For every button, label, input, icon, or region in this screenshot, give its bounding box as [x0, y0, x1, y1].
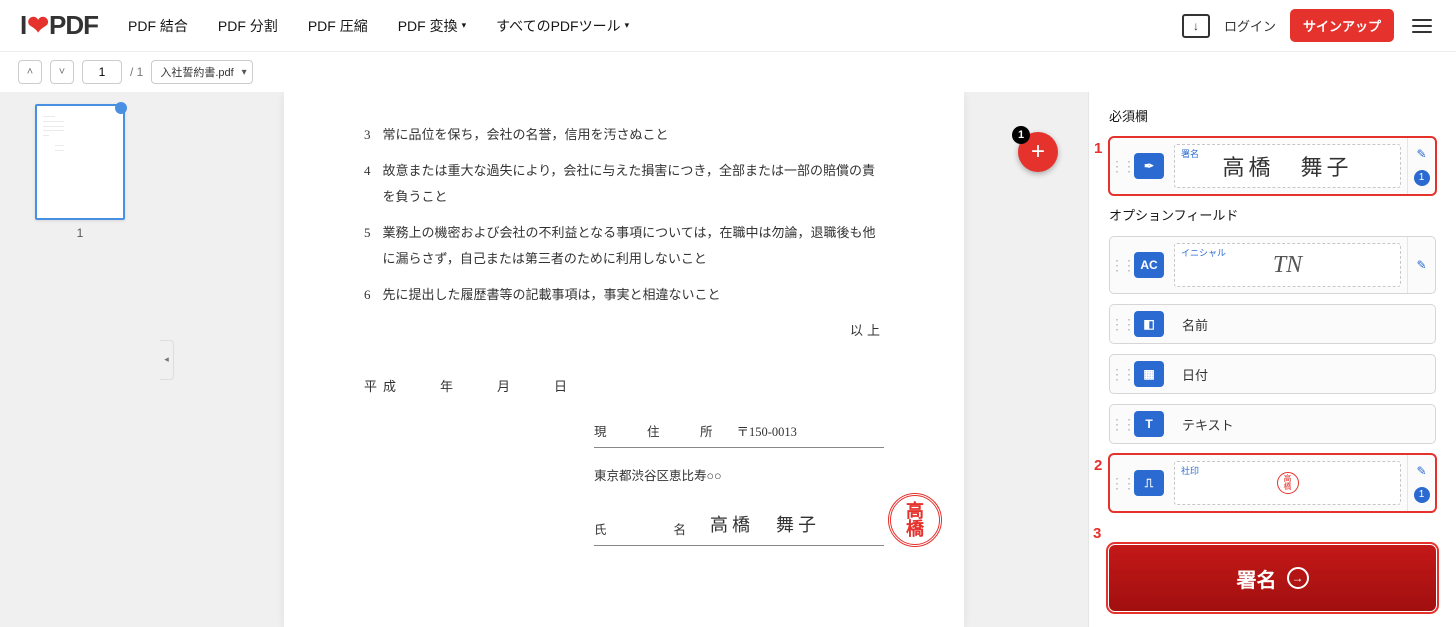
login-link[interactable]: ログイン	[1224, 16, 1276, 35]
chevron-down-icon: ▾	[625, 20, 630, 31]
chevron-down-icon: ▾	[462, 20, 467, 31]
required-heading: 必須欄	[1109, 106, 1436, 125]
nav-compress[interactable]: PDF 圧縮	[308, 16, 368, 36]
top-nav: I ❤ PDF PDF 結合 PDF 分割 PDF 圧縮 PDF 変換▾ すべて…	[0, 0, 1456, 52]
page-number-input[interactable]	[82, 60, 122, 84]
page-toolbar: ˄ ˅ / 1 入社誓約書.pdf	[0, 52, 1456, 92]
menu-icon[interactable]	[1408, 15, 1436, 37]
placed-stamp[interactable]: 高橋	[888, 493, 942, 547]
text-field-card[interactable]: ⋮⋮ T テキスト	[1109, 404, 1436, 444]
desktop-download-icon[interactable]	[1182, 14, 1210, 38]
document-viewport: ◂ 3常に品位を保ち，会社の名誉，信用を汚さぬこと 4故意または重大な過失により…	[160, 92, 1088, 627]
calendar-icon: ▦	[1134, 361, 1164, 387]
date-field-card[interactable]: ⋮⋮ ▦ 日付	[1109, 354, 1436, 394]
signature-field-card[interactable]: 1 ⋮⋮ ✒ 署名 高橋 舞子 ✎ 1	[1109, 137, 1436, 195]
sign-button[interactable]: 3 署名 →	[1109, 545, 1436, 611]
thumbnail-number: 1	[77, 226, 84, 240]
nav-merge[interactable]: PDF 結合	[128, 16, 188, 36]
heart-icon: ❤	[27, 10, 48, 41]
logo-text-pdf: PDF	[49, 10, 98, 41]
drag-handle-icon[interactable]: ⋮⋮	[1110, 405, 1134, 443]
logo-text-i: I	[20, 10, 26, 41]
initials-icon: AC	[1134, 252, 1164, 278]
signature-icon: ✒	[1134, 153, 1164, 179]
nav-all-tools[interactable]: すべてのPDFツール▾	[496, 16, 629, 36]
placed-signature[interactable]: 高橋 舞子	[710, 507, 820, 543]
initials-preview: TN	[1273, 252, 1302, 279]
page-down-button[interactable]: ˅	[50, 60, 74, 84]
drag-handle-icon[interactable]: ⋮⋮	[1110, 138, 1134, 194]
stamp-count-badge: 1	[1414, 487, 1430, 503]
nav-split[interactable]: PDF 分割	[218, 16, 278, 36]
text-icon: T	[1134, 411, 1164, 437]
edit-initials-button[interactable]: ✎	[1416, 258, 1426, 272]
name-field-card[interactable]: ⋮⋮ ◧ 名前	[1109, 304, 1436, 344]
signature-preview: 高橋 舞子	[1222, 150, 1352, 182]
add-signer-fab[interactable]: 1 +	[1018, 132, 1058, 172]
page-thumbnail[interactable]: ――――――――――――――――――――――――――― ――― ―――	[35, 104, 125, 220]
edit-stamp-button[interactable]: ✎	[1416, 464, 1426, 478]
stamp-preview: 高橋	[1277, 472, 1299, 494]
edit-signature-button[interactable]: ✎	[1416, 147, 1426, 161]
stamp-icon: ⎍	[1134, 470, 1164, 496]
drag-handle-icon[interactable]: ⋮⋮	[1110, 237, 1134, 293]
person-icon: ◧	[1134, 311, 1164, 337]
arrow-right-icon: →	[1287, 567, 1309, 589]
nav-convert[interactable]: PDF 変換▾	[398, 16, 466, 36]
drag-handle-icon[interactable]: ⋮⋮	[1110, 455, 1134, 511]
signature-count-badge: 1	[1414, 170, 1430, 186]
pdf-page[interactable]: 3常に品位を保ち，会社の名誉，信用を汚さぬこと 4故意または重大な過失により，会…	[284, 92, 964, 627]
logo[interactable]: I ❤ PDF	[20, 10, 98, 41]
collapse-sidebar-button[interactable]: ◂	[160, 340, 174, 380]
fab-badge: 1	[1012, 126, 1030, 144]
drag-handle-icon[interactable]: ⋮⋮	[1110, 305, 1134, 343]
page-total: / 1	[130, 65, 143, 79]
optional-heading: オプションフィールド	[1109, 205, 1436, 224]
initials-field-card[interactable]: ⋮⋮ AC イニシャル TN ✎	[1109, 236, 1436, 294]
doc-ijou: 以上	[364, 318, 884, 344]
page-up-button[interactable]: ˄	[18, 60, 42, 84]
stamp-field-card[interactable]: 2 ⋮⋮ ⎍ 社印 高橋 ✎ 1	[1109, 454, 1436, 512]
file-selector[interactable]: 入社誓約書.pdf	[151, 60, 252, 84]
doc-date-line: 平成 年 月 日	[364, 374, 884, 400]
fields-panel: 必須欄 1 ⋮⋮ ✒ 署名 高橋 舞子 ✎ 1 オプションフィールド ⋮⋮ AC…	[1088, 92, 1456, 627]
drag-handle-icon[interactable]: ⋮⋮	[1110, 355, 1134, 393]
signup-button[interactable]: サインアップ	[1290, 9, 1394, 42]
thumbnail-strip: ――――――――――――――――――――――――――― ――― ――― 1	[0, 92, 160, 627]
